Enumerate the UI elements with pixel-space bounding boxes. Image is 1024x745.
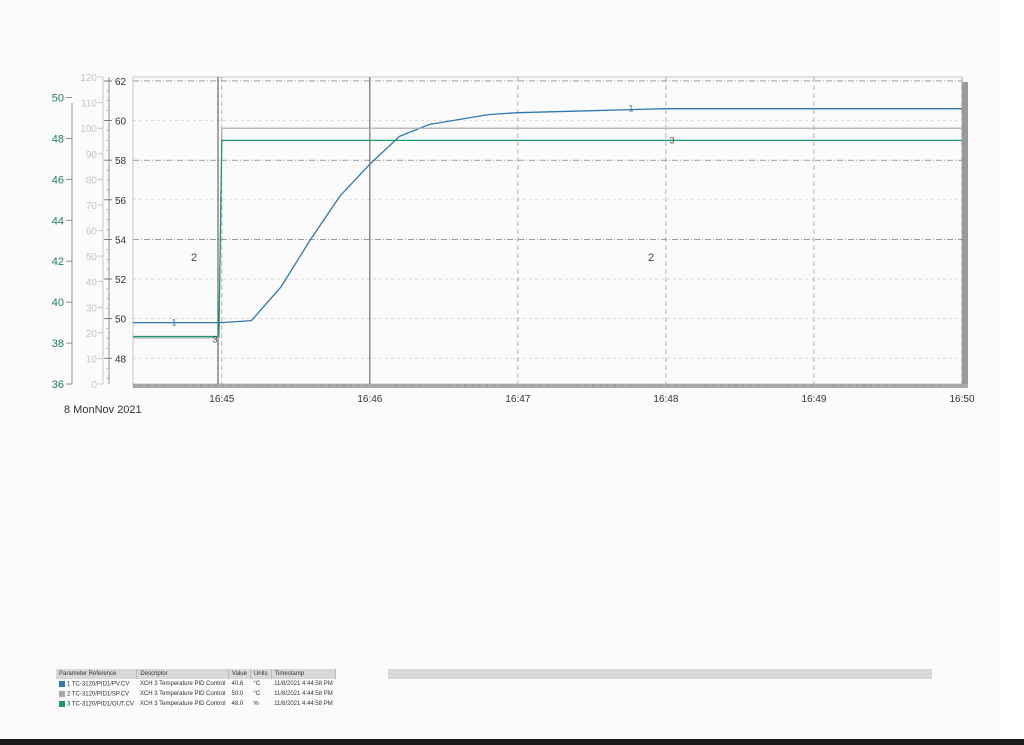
green-axis-label: 36 bbox=[52, 379, 64, 391]
legend-timestamp: 11/8/2021 4:44:58 PM bbox=[274, 701, 333, 707]
series-mark-1: 1 bbox=[628, 104, 633, 114]
scan-margin bbox=[1000, 0, 1024, 745]
inner-axis-label: 62 bbox=[115, 77, 127, 88]
grey-axis-label: 100 bbox=[80, 124, 97, 135]
legend-desc: XCH 3 Temperature PID Control bbox=[139, 701, 226, 707]
axes: 16:45 16:46 16:47 16:48 16:49 16:50 36 38 40 42 44… bbox=[52, 73, 975, 405]
x-tick-label: 16:47 bbox=[505, 394, 530, 405]
legend-ref: 1 TC-3120/PID1/PV.CV bbox=[67, 681, 130, 688]
grey-axis-label: 70 bbox=[86, 201, 98, 212]
grey-axis-label: 60 bbox=[86, 227, 98, 238]
grid-lines bbox=[132, 76, 968, 388]
series-line-2 bbox=[133, 127, 962, 339]
green-axis-label: 44 bbox=[52, 215, 64, 227]
scan-bottom-edge bbox=[0, 739, 1024, 745]
trend-chart: 16:45 16:46 16:47 16:48 16:49 16:50 36 38 40 42 44… bbox=[52, 73, 975, 405]
green-axis-label: 48 bbox=[52, 133, 64, 145]
frame-shadow-bottom bbox=[133, 384, 968, 388]
region-label: 2 bbox=[648, 252, 654, 264]
legend-header-row: Parameter Reference Descriptor Value Uni… bbox=[56, 669, 337, 679]
x-tick-label: 16:49 bbox=[801, 394, 826, 405]
region-label: 2 bbox=[191, 252, 197, 264]
col-timestamp: Timestamp bbox=[271, 669, 337, 679]
grey-axis-label: 0 bbox=[91, 380, 97, 391]
grey-axis-label: 120 bbox=[80, 73, 97, 84]
grey-axis-label: 50 bbox=[86, 252, 98, 263]
legend-value: 48.0 bbox=[231, 701, 244, 707]
green-axis-label: 46 bbox=[52, 174, 64, 186]
date-label: 8 MonNov 2021 bbox=[64, 404, 142, 416]
col-descriptor: Descriptor bbox=[136, 669, 230, 679]
grey-axis-label: 10 bbox=[86, 354, 98, 365]
plot-frame bbox=[132, 76, 963, 385]
series-color-swatch bbox=[59, 700, 65, 707]
legend-units: °C bbox=[253, 691, 261, 697]
legend-row[interactable]: 2 TC-3120/PID1/SP.CV XCH 3 Temperature P… bbox=[56, 689, 336, 699]
inner-axis-label: 48 bbox=[115, 354, 127, 365]
series-mark-3: 3 bbox=[669, 135, 674, 145]
inner-axis-label: 52 bbox=[115, 275, 127, 286]
inner-axis-label: 58 bbox=[115, 156, 127, 167]
green-axis-label: 42 bbox=[52, 256, 64, 268]
legend-units: % bbox=[253, 701, 259, 707]
legend-row[interactable]: 1 TC-3120/PID1/PV.CV XCH 3 Temperature P… bbox=[56, 679, 336, 689]
inner-axis-label: 60 bbox=[115, 117, 127, 128]
legend-units: °C bbox=[253, 681, 261, 687]
frame-shadow-right bbox=[962, 82, 968, 386]
grey-axis-label: 90 bbox=[86, 150, 98, 161]
legend-ref: 3 TC-3120/PID1/OUT.CV bbox=[67, 701, 134, 708]
legend-ref-cell: 3 TC-3120/PID1/OUT.CV bbox=[56, 699, 137, 709]
legend-desc: XCH 3 Temperature PID Control bbox=[139, 681, 226, 687]
x-tick-label: 16:46 bbox=[357, 394, 382, 405]
x-tick-label: 16:45 bbox=[209, 394, 234, 405]
legend-table: Parameter Reference Descriptor Value Uni… bbox=[56, 669, 337, 709]
legend-ref-cell: 1 TC-3120/PID1/PV.CV bbox=[56, 679, 137, 689]
x-tick-label: 16:50 bbox=[949, 394, 974, 405]
legend-timestamp: 11/8/2021 4:44:58 PM bbox=[274, 681, 333, 687]
grey-axis-label: 30 bbox=[86, 303, 98, 314]
legend-desc: XCH 3 Temperature PID Control bbox=[139, 691, 226, 697]
inner-axis-label: 50 bbox=[115, 315, 127, 326]
col-value: Value bbox=[228, 669, 251, 679]
series-line-3 bbox=[133, 139, 962, 338]
series-color-swatch bbox=[59, 690, 65, 697]
x-tick-label: 16:48 bbox=[653, 394, 678, 405]
legend-value: 40.6 bbox=[231, 681, 244, 687]
grey-axis-label: 20 bbox=[86, 329, 98, 340]
green-axis-label: 50 bbox=[52, 92, 64, 104]
legend-header-bar bbox=[388, 669, 932, 679]
series-color-swatch bbox=[59, 680, 65, 687]
legend-ref-cell: 2 TC-3120/PID1/SP.CV bbox=[56, 689, 137, 699]
series-lines bbox=[133, 108, 962, 339]
legend-row[interactable]: 3 TC-3120/PID1/OUT.CV XCH 3 Temperature … bbox=[56, 699, 336, 709]
grey-axis-label: 40 bbox=[86, 278, 98, 289]
inner-axis-label: 56 bbox=[115, 196, 127, 207]
green-axis-label: 40 bbox=[52, 297, 64, 309]
legend-ref: 2 TC-3120/PID1/SP.CV bbox=[67, 691, 130, 698]
grey-axis-label: 110 bbox=[81, 99, 97, 110]
series-mark-1: 1 bbox=[171, 318, 176, 328]
col-parameter-reference: Parameter Reference bbox=[56, 669, 138, 679]
col-units: Units bbox=[250, 669, 272, 679]
inner-axis-label: 54 bbox=[115, 235, 127, 246]
legend-value: 50.0 bbox=[231, 691, 244, 697]
green-axis-label: 38 bbox=[52, 338, 64, 350]
series-mark-3: 3 bbox=[212, 334, 217, 344]
legend-timestamp: 11/8/2021 4:44:58 PM bbox=[274, 691, 333, 697]
grey-axis-label: 80 bbox=[86, 175, 98, 186]
